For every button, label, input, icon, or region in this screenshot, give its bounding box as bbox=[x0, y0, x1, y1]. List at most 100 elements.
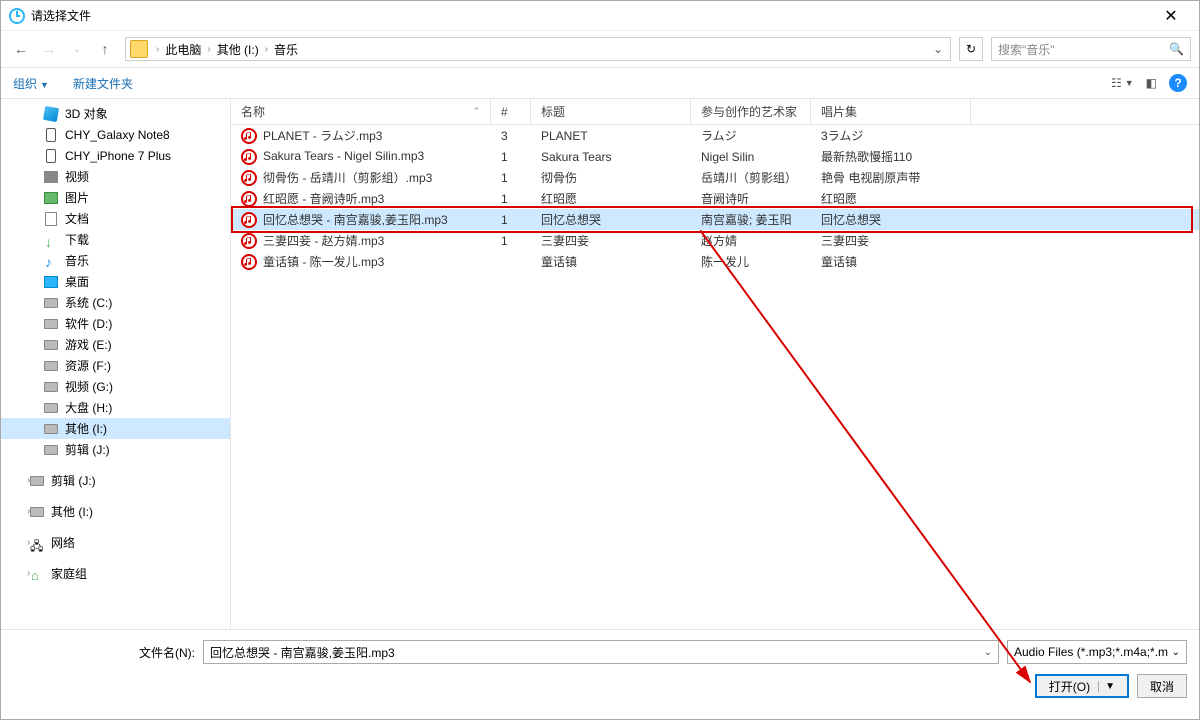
file-artist: 岳靖川（剪影组） bbox=[691, 169, 811, 186]
sidebar-item[interactable]: 视频 (G:) bbox=[1, 376, 230, 397]
toolbar: 组织▼ 新建文件夹 ☷▼ ◧ ? bbox=[1, 67, 1199, 99]
sidebar-item[interactable]: 软件 (D:) bbox=[1, 313, 230, 334]
music-file-icon bbox=[241, 128, 257, 144]
expand-icon[interactable]: › bbox=[27, 475, 30, 486]
pic-icon bbox=[43, 190, 59, 206]
file-num: 1 bbox=[491, 234, 531, 248]
file-row[interactable]: Sakura Tears - Nigel Silin.mp31Sakura Te… bbox=[231, 146, 1199, 167]
drive-icon bbox=[43, 379, 59, 395]
file-row[interactable]: 童话镇 - 陈一发儿.mp3童话镇陈一发儿童话镇 bbox=[231, 251, 1199, 272]
address-bar[interactable]: › 此电脑 › 其他 (I:) › 音乐 ⌄ bbox=[125, 37, 951, 61]
recent-dropdown[interactable]: ⌄ bbox=[65, 37, 89, 61]
refresh-button[interactable]: ↻ bbox=[959, 37, 983, 61]
file-row[interactable]: 彻骨伤 - 岳靖川（剪影组）.mp31彻骨伤岳靖川（剪影组）艳骨 电视剧原声带 bbox=[231, 167, 1199, 188]
sidebar-item[interactable]: 游戏 (E:) bbox=[1, 334, 230, 355]
column-album[interactable]: 唱片集 bbox=[811, 99, 971, 124]
file-album: 三妻四妾 bbox=[811, 232, 971, 249]
file-row[interactable]: PLANET - ラムジ.mp33PLANETラムジ3ラムジ bbox=[231, 125, 1199, 146]
sidebar-item-label: 大盘 (H:) bbox=[65, 399, 112, 416]
breadcrumb-item[interactable]: 其他 (I:) bbox=[215, 41, 261, 58]
close-button[interactable]: ✕ bbox=[1151, 6, 1191, 26]
chevron-down-icon: ⌄ bbox=[1172, 647, 1180, 658]
sidebar-item[interactable]: 视频 bbox=[1, 166, 230, 187]
help-button[interactable]: ? bbox=[1169, 74, 1187, 92]
sidebar-item-label: 软件 (D:) bbox=[65, 315, 112, 332]
up-button[interactable]: ↑ bbox=[93, 37, 117, 61]
sidebar-item[interactable]: 资源 (F:) bbox=[1, 355, 230, 376]
expand-icon[interactable]: › bbox=[27, 568, 30, 579]
chevron-down-icon[interactable]: ⌄ bbox=[984, 647, 992, 658]
sidebar-item[interactable]: CHY_iPhone 7 Plus bbox=[1, 145, 230, 166]
forward-button[interactable]: → bbox=[37, 37, 61, 61]
file-name: PLANET - ラムジ.mp3 bbox=[263, 129, 382, 143]
net-icon: 🖧 bbox=[29, 535, 45, 551]
sidebar-item[interactable]: 文档 bbox=[1, 208, 230, 229]
file-artist: 陈一发儿 bbox=[691, 253, 811, 270]
breadcrumb-item[interactable]: 音乐 bbox=[272, 41, 300, 58]
file-artist: ラムジ bbox=[691, 127, 811, 144]
breadcrumb-item[interactable]: 此电脑 bbox=[163, 41, 203, 58]
file-artist: 音阙诗听 bbox=[691, 190, 811, 207]
filename-input[interactable]: 回忆总想哭 - 南宫嘉骏,姜玉阳.mp3 ⌄ bbox=[203, 640, 999, 664]
sidebar-item[interactable]: ↓下载 bbox=[1, 229, 230, 250]
sidebar-group-item[interactable]: ›其他 (I:) bbox=[1, 501, 230, 522]
filename-label: 文件名(N): bbox=[13, 644, 203, 661]
organize-menu[interactable]: 组织▼ bbox=[13, 75, 49, 92]
file-row[interactable]: 回忆总想哭 - 南宫嘉骏,姜玉阳.mp31回忆总想哭南宫嘉骏; 姜玉阳回忆总想哭 bbox=[231, 209, 1199, 230]
music-file-icon bbox=[241, 212, 257, 228]
column-artist[interactable]: 参与创作的艺术家 bbox=[691, 99, 811, 124]
view-mode-button[interactable]: ☷▼ bbox=[1111, 76, 1134, 90]
column-title[interactable]: 标题 bbox=[531, 99, 691, 124]
file-title: PLANET bbox=[531, 129, 691, 143]
breadcrumb-sep: › bbox=[152, 44, 163, 55]
search-placeholder: 搜索"音乐" bbox=[998, 41, 1055, 58]
window-title: 请选择文件 bbox=[31, 7, 1151, 24]
sidebar-item-label: 家庭组 bbox=[51, 565, 87, 582]
drive-icon bbox=[43, 400, 59, 416]
refresh-icon: ↻ bbox=[966, 42, 976, 56]
sidebar-item[interactable]: 图片 bbox=[1, 187, 230, 208]
file-title: 红昭愿 bbox=[531, 190, 691, 207]
sidebar-item[interactable]: 剪辑 (J:) bbox=[1, 439, 230, 460]
file-row[interactable]: 三妻四妾 - 赵方婧.mp31三妻四妾赵方婧三妻四妾 bbox=[231, 230, 1199, 251]
breadcrumb-sep: › bbox=[203, 44, 214, 55]
sidebar-item[interactable]: 桌面 bbox=[1, 271, 230, 292]
address-dropdown-icon[interactable]: ⌄ bbox=[930, 42, 946, 56]
cancel-button[interactable]: 取消 bbox=[1137, 674, 1187, 698]
sidebar-group-item[interactable]: ›🖧网络 bbox=[1, 532, 230, 553]
search-input[interactable]: 搜索"音乐" 🔍 bbox=[991, 37, 1191, 61]
file-list[interactable]: PLANET - ラムジ.mp33PLANETラムジ3ラムジSakura Tea… bbox=[231, 125, 1199, 629]
file-row[interactable]: 红昭愿 - 音阙诗听.mp31红昭愿音阙诗听红昭愿 bbox=[231, 188, 1199, 209]
open-split-dropdown[interactable]: ▼ bbox=[1098, 681, 1115, 692]
preview-pane-button[interactable]: ◧ bbox=[1146, 76, 1157, 90]
open-button[interactable]: 打开(O)▼ bbox=[1035, 674, 1129, 698]
drive-icon bbox=[29, 473, 45, 489]
expand-icon[interactable]: › bbox=[27, 506, 30, 517]
music-file-icon bbox=[241, 191, 257, 207]
back-button[interactable]: ← bbox=[9, 37, 33, 61]
sidebar-group-item[interactable]: ›⌂家庭组 bbox=[1, 563, 230, 584]
sidebar-item[interactable]: 3D 对象 bbox=[1, 103, 230, 124]
new-folder-button[interactable]: 新建文件夹 bbox=[73, 75, 133, 92]
file-name: 回忆总想哭 - 南宫嘉骏,姜玉阳.mp3 bbox=[263, 213, 448, 227]
sidebar-item[interactable]: CHY_Galaxy Note8 bbox=[1, 124, 230, 145]
sidebar-item[interactable]: 大盘 (H:) bbox=[1, 397, 230, 418]
sidebar-item[interactable]: 其他 (I:) bbox=[1, 418, 230, 439]
file-album: 3ラムジ bbox=[811, 127, 971, 144]
expand-icon[interactable]: › bbox=[27, 537, 30, 548]
file-num: 1 bbox=[491, 150, 531, 164]
drive-icon bbox=[43, 421, 59, 437]
column-name[interactable]: 名称⌃ bbox=[231, 99, 491, 124]
file-album: 红昭愿 bbox=[811, 190, 971, 207]
column-num[interactable]: # bbox=[491, 99, 531, 124]
drive-icon bbox=[43, 316, 59, 332]
sidebar-item-label: 剪辑 (J:) bbox=[65, 441, 110, 458]
sidebar-group-item[interactable]: ›剪辑 (J:) bbox=[1, 470, 230, 491]
sidebar-item[interactable]: ♪音乐 bbox=[1, 250, 230, 271]
file-num: 1 bbox=[491, 171, 531, 185]
file-type-filter[interactable]: Audio Files (*.mp3;*.m4a;*.m ⌄ bbox=[1007, 640, 1187, 664]
file-num: 1 bbox=[491, 213, 531, 227]
music-file-icon bbox=[241, 170, 257, 186]
sidebar-item[interactable]: 系统 (C:) bbox=[1, 292, 230, 313]
file-album: 最新热歌慢摇110 bbox=[811, 148, 971, 165]
